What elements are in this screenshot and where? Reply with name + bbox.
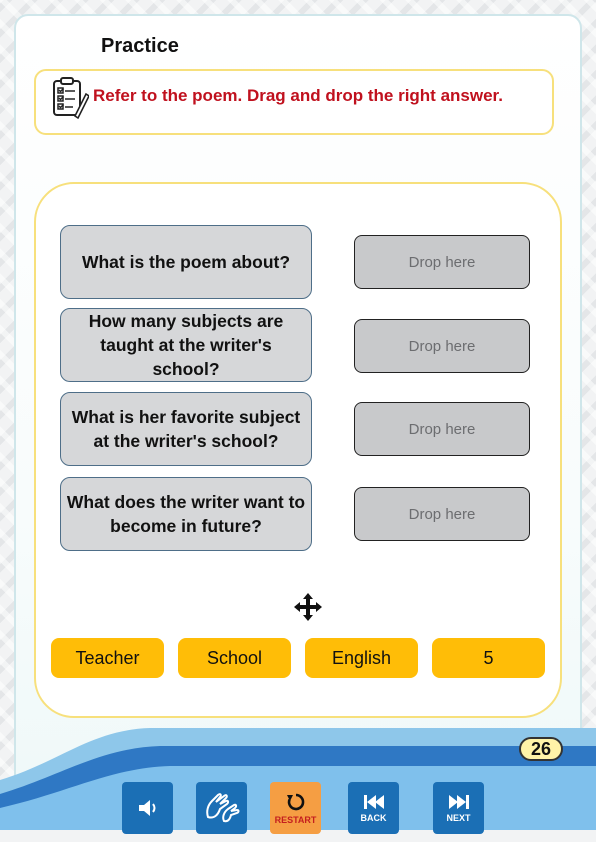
answer-option-school[interactable]: School <box>178 638 291 678</box>
next-label: NEXT <box>446 813 471 823</box>
audio-button[interactable] <box>122 782 173 834</box>
speaker-icon <box>138 800 155 816</box>
answer-option-english[interactable]: English <box>305 638 418 678</box>
next-button[interactable]: NEXT <box>433 782 484 834</box>
drop-zone[interactable]: Drop here <box>354 319 530 373</box>
restart-icon <box>286 793 304 811</box>
back-label: BACK <box>360 813 387 823</box>
skip-next-icon <box>448 795 469 809</box>
drop-zone[interactable]: Drop here <box>354 487 530 541</box>
restart-label: RESTART <box>274 815 317 825</box>
page-number-badge: 26 <box>519 737 563 761</box>
move-arrows-icon[interactable] <box>292 591 324 623</box>
back-button[interactable]: BACK <box>348 782 399 834</box>
drop-zone[interactable]: Drop here <box>354 402 530 456</box>
drop-zone[interactable]: Drop here <box>354 235 530 289</box>
clipboard-checklist-icon <box>53 77 89 120</box>
answer-option-5[interactable]: 5 <box>432 638 545 678</box>
skip-back-icon <box>363 795 384 809</box>
sign-language-icon <box>205 793 239 823</box>
restart-button[interactable]: RESTART <box>270 782 321 834</box>
page-title: Practice <box>101 35 179 57</box>
question-card: How many subjects are taught at the writ… <box>60 308 312 382</box>
question-card: What does the writer want to become in f… <box>60 477 312 551</box>
instruction-text: Refer to the poem. Drag and drop the rig… <box>93 86 503 105</box>
answer-option-teacher[interactable]: Teacher <box>51 638 164 678</box>
question-card: What is her favorite subject at the writ… <box>60 392 312 466</box>
question-card: What is the poem about? <box>60 225 312 299</box>
sign-language-button[interactable] <box>196 782 247 834</box>
